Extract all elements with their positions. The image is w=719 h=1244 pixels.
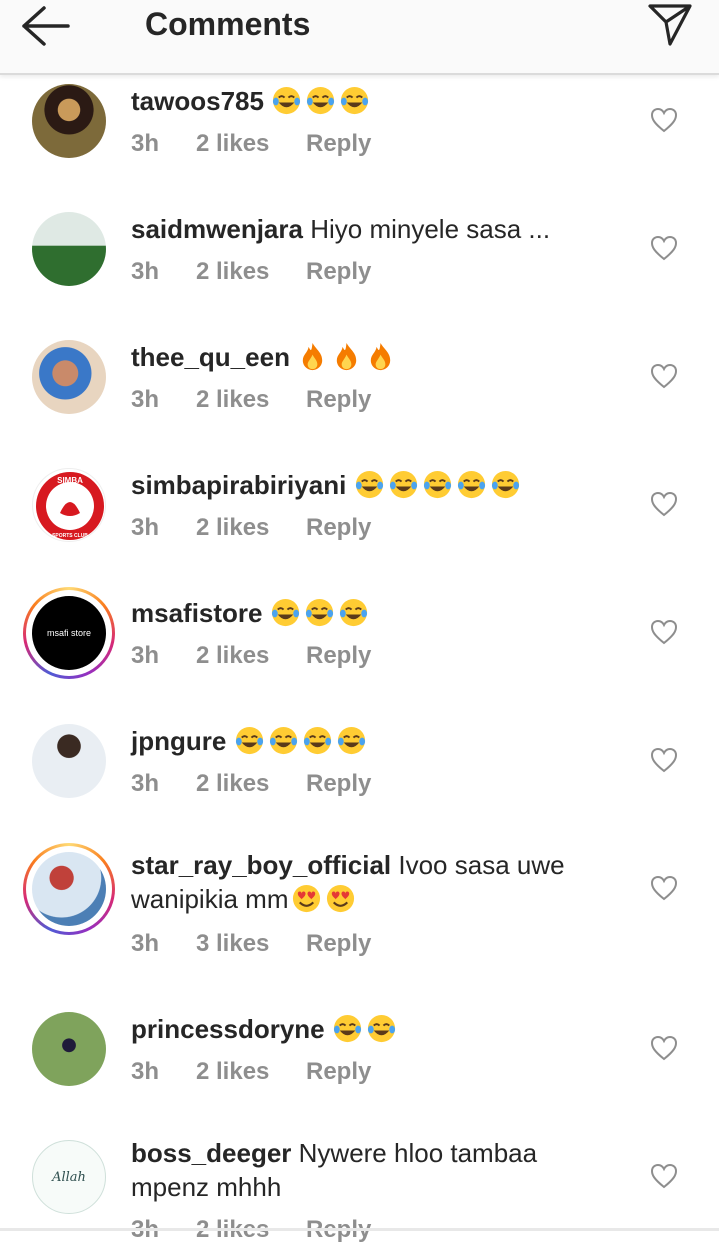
- fire-emoji-icon: [337, 342, 357, 371]
- comment-body: [271, 86, 373, 116]
- avatar[interactable]: Allah: [28, 1136, 110, 1218]
- paper-plane-icon: [648, 4, 692, 46]
- avatar[interactable]: [28, 80, 110, 162]
- comment-username[interactable]: msafistore: [131, 598, 263, 628]
- arrow-left-icon: [22, 6, 70, 46]
- comment-username[interactable]: tawoos785: [131, 86, 264, 116]
- comment-meta: 3h 3 likes Reply: [131, 930, 371, 958]
- laughing-tears-emoji-icon: [341, 86, 369, 115]
- laughing-tears-emoji-icon: [273, 86, 301, 115]
- laughing-tears-emoji-icon: [269, 726, 297, 755]
- comment-likes[interactable]: 2 likes: [196, 642, 306, 670]
- avatar[interactable]: [28, 1008, 110, 1090]
- comment-meta: 3h 2 likes Reply: [131, 258, 371, 286]
- comment-meta: 3h 2 likes Reply: [131, 770, 371, 798]
- reply-button[interactable]: Reply: [306, 642, 371, 670]
- avatar[interactable]: [23, 843, 115, 935]
- avatar[interactable]: [28, 208, 110, 290]
- comment-likes[interactable]: 2 likes: [196, 514, 306, 542]
- heart-icon[interactable]: [650, 107, 678, 133]
- heart-eyes-emoji-icon: [292, 884, 320, 913]
- reply-button[interactable]: Reply: [306, 514, 371, 542]
- laughing-tears-emoji-icon: [337, 726, 365, 755]
- laughing-tears-emoji-icon: [457, 470, 485, 499]
- comment-time: 3h: [131, 130, 160, 157]
- avatar-logo-text: Allah: [52, 1169, 86, 1185]
- comment-time: 3h: [131, 386, 160, 413]
- laughing-tears-emoji-icon: [307, 86, 335, 115]
- comment-meta: 3h 2 likes Reply: [131, 514, 371, 542]
- comment-likes[interactable]: 2 likes: [196, 130, 306, 158]
- comment-body: [234, 726, 370, 756]
- comment-username[interactable]: star_ray_boy_official: [131, 850, 391, 880]
- reply-button[interactable]: Reply: [306, 770, 371, 798]
- comment-username[interactable]: simbapirabiriyani: [131, 470, 346, 500]
- laughing-tears-emoji-icon: [305, 598, 333, 627]
- laughing-tears-emoji-icon: [303, 726, 331, 755]
- header-bar: Comments: [0, 0, 719, 75]
- reply-button[interactable]: Reply: [306, 1058, 371, 1086]
- heart-icon[interactable]: [650, 875, 678, 901]
- back-button[interactable]: [18, 4, 78, 48]
- laughing-tears-emoji-icon: [339, 598, 367, 627]
- comment-meta: 3h 2 likes Reply: [131, 386, 371, 414]
- comment-body: [297, 342, 399, 372]
- comment-username[interactable]: boss_deeger: [131, 1138, 291, 1168]
- heart-icon[interactable]: [650, 491, 678, 517]
- reply-button[interactable]: Reply: [306, 386, 371, 414]
- comment-likes[interactable]: 2 likes: [196, 386, 306, 414]
- comment-username[interactable]: jpngure: [131, 726, 226, 756]
- laughing-tears-emoji-icon: [367, 1014, 395, 1043]
- fire-emoji-icon: [303, 342, 323, 371]
- comment-username[interactable]: princessdoryne: [131, 1014, 325, 1044]
- avatar-logo-text: msafi store: [46, 628, 91, 638]
- comment-meta: 3h 2 likes Reply: [131, 1058, 371, 1086]
- laughing-tears-emoji-icon: [333, 1014, 361, 1043]
- comment-time: 3h: [131, 514, 160, 541]
- comment-time: 3h: [131, 1058, 160, 1085]
- comment-body: [270, 598, 372, 628]
- comment-username[interactable]: saidmwenjara: [131, 214, 303, 244]
- comment-likes[interactable]: 2 likes: [196, 770, 306, 798]
- laughing-tears-emoji-icon: [389, 470, 417, 499]
- heart-eyes-emoji-icon: [326, 884, 354, 913]
- laughing-tears-emoji-icon: [355, 470, 383, 499]
- fire-emoji-icon: [371, 342, 391, 371]
- reply-button[interactable]: Reply: [306, 930, 371, 958]
- comment-username[interactable]: thee_qu_een: [131, 342, 290, 372]
- heart-icon[interactable]: [650, 747, 678, 773]
- heart-icon[interactable]: [650, 363, 678, 389]
- comment-meta: 3h 2 likes Reply: [131, 642, 371, 670]
- heart-icon[interactable]: [650, 235, 678, 261]
- laughing-tears-emoji-icon: [491, 470, 519, 499]
- simba-logo-icon: SIMBA SPORTS CLUB: [36, 472, 104, 540]
- comment-likes[interactable]: 2 likes: [196, 258, 306, 286]
- comment-body: [332, 1014, 400, 1044]
- heart-icon[interactable]: [650, 1163, 678, 1189]
- reply-button[interactable]: Reply: [306, 130, 371, 158]
- avatar[interactable]: [28, 720, 110, 802]
- comment-time: 3h: [131, 930, 160, 957]
- svg-text:SIMBA: SIMBA: [57, 476, 83, 485]
- comment-likes[interactable]: 2 likes: [196, 1058, 306, 1086]
- comment-time: 3h: [131, 258, 160, 285]
- direct-message-button[interactable]: [640, 0, 700, 50]
- laughing-tears-emoji-icon: [423, 470, 451, 499]
- comment-body: [354, 470, 524, 500]
- reply-button[interactable]: Reply: [306, 258, 371, 286]
- comment-time: 3h: [131, 642, 160, 669]
- avatar[interactable]: [28, 336, 110, 418]
- heart-icon[interactable]: [650, 619, 678, 645]
- comment-time: 3h: [131, 770, 160, 797]
- avatar[interactable]: msafi store: [23, 587, 115, 679]
- avatar[interactable]: SIMBA SPORTS CLUB: [28, 464, 110, 546]
- comment-body: Hiyo minyele sasa ...: [310, 214, 551, 244]
- laughing-tears-emoji-icon: [235, 726, 263, 755]
- svg-text:SPORTS CLUB: SPORTS CLUB: [52, 533, 88, 539]
- comment-meta: 3h 2 likes Reply: [131, 130, 371, 158]
- comment-likes[interactable]: 3 likes: [196, 930, 306, 958]
- heart-icon[interactable]: [650, 1035, 678, 1061]
- laughing-tears-emoji-icon: [271, 598, 299, 627]
- page-title: Comments: [145, 6, 311, 42]
